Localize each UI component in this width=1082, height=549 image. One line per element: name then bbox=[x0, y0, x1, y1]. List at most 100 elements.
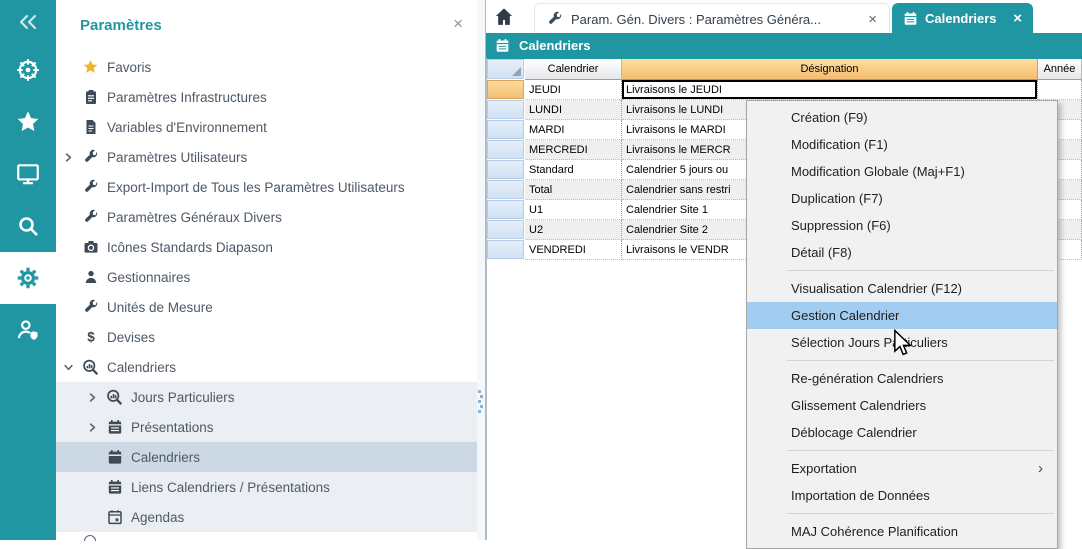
menu-item-cr-ation-f9[interactable]: Création (F9) bbox=[747, 104, 1057, 131]
row-selector[interactable] bbox=[487, 240, 525, 260]
rail-item-collapse[interactable] bbox=[0, 0, 56, 44]
icon-rail bbox=[0, 0, 56, 540]
cell-calendrier[interactable]: Total bbox=[525, 180, 622, 200]
chevron-right-icon[interactable] bbox=[64, 153, 82, 162]
menu-item-importation-de-donn-es[interactable]: Importation de Données bbox=[747, 482, 1057, 509]
row-selector[interactable] bbox=[487, 100, 525, 120]
grid-corner-cell[interactable] bbox=[487, 59, 525, 80]
sidebar-splitter[interactable] bbox=[477, 0, 486, 540]
sidebar-item-param-tres-g-n-raux-divers[interactable]: Paramètres Généraux Divers bbox=[56, 202, 477, 232]
sidebar-item-pr-sentations[interactable]: Présentations bbox=[56, 412, 477, 442]
column-header-calendrier[interactable]: Calendrier bbox=[525, 59, 622, 80]
menu-item-label: MAJ Cohérence Planification bbox=[791, 524, 958, 539]
cell-calendrier[interactable]: Standard bbox=[525, 160, 622, 180]
sidebar-item-liens-calendriers-pr-sentations[interactable]: Liens Calendriers / Présentations bbox=[56, 472, 477, 502]
row-selector[interactable] bbox=[487, 140, 525, 160]
row-selector[interactable] bbox=[487, 200, 525, 220]
svg-text:$: $ bbox=[87, 330, 95, 345]
grid-header-row: Calendrier Désignation Année bbox=[487, 59, 1082, 80]
sidebar-item-label: Présentations bbox=[131, 420, 214, 435]
menu-item-d-blocage-calendrier[interactable]: Déblocage Calendrier bbox=[747, 419, 1057, 446]
menu-item-maj-coh-rence-planification[interactable]: MAJ Cohérence Planification bbox=[747, 518, 1057, 545]
sidebar-item-label: Calendriers bbox=[131, 450, 200, 465]
rail-item-search[interactable] bbox=[0, 200, 56, 252]
menu-item-modification-f1[interactable]: Modification (F1) bbox=[747, 131, 1057, 158]
sidebar-item-param-tres-infrastructures[interactable]: Paramètres Infrastructures bbox=[56, 82, 477, 112]
menu-item-suppression-f6[interactable]: Suppression (F6) bbox=[747, 212, 1057, 239]
wrench-icon bbox=[82, 149, 99, 166]
sidebar-item-variables-d-environnement[interactable]: Variables d'Environnement bbox=[56, 112, 477, 142]
sidebar-item-label: Gestionnaires bbox=[107, 270, 190, 285]
column-header-annee[interactable]: Année bbox=[1038, 59, 1082, 80]
tab-calendriers[interactable]: Calendriers × bbox=[892, 3, 1033, 33]
cell-calendrier[interactable]: JEUDI bbox=[525, 80, 622, 100]
wrench-icon bbox=[82, 209, 99, 226]
sidebar-item-agendas[interactable]: Agendas bbox=[56, 502, 477, 532]
sidebar-item-devises[interactable]: $Devises bbox=[56, 322, 477, 352]
cell-calendrier[interactable]: MARDI bbox=[525, 120, 622, 140]
row-selector[interactable] bbox=[487, 180, 525, 200]
menu-item-exportation[interactable]: Exportation› bbox=[747, 455, 1057, 482]
sidebar-item-gestionnaires[interactable]: Gestionnaires bbox=[56, 262, 477, 292]
calendriers-toolbar: Calendriers bbox=[486, 33, 1082, 57]
star-icon bbox=[15, 109, 41, 135]
cell-annee[interactable] bbox=[1038, 80, 1082, 100]
menu-item-modification-globale-maj-f1[interactable]: Modification Globale (Maj+F1) bbox=[747, 158, 1057, 185]
menu-item-label: Détail (F8) bbox=[791, 245, 852, 260]
chevron-right-icon[interactable] bbox=[88, 393, 106, 402]
column-header-designation[interactable]: Désignation bbox=[622, 59, 1038, 80]
monitor-icon bbox=[15, 161, 41, 187]
sidebar-item-export-import-de-tous-les-param-tres-utilisateurs[interactable]: Export-Import de Tous les Paramètres Uti… bbox=[56, 172, 477, 202]
tab-label: Param. Gén. Divers : Paramètres Généra..… bbox=[571, 12, 821, 27]
sidebar-item-label: Paramètres Généraux Divers bbox=[107, 210, 282, 225]
cell-calendrier[interactable]: U1 bbox=[525, 200, 622, 220]
cell-calendrier[interactable]: VENDREDI bbox=[525, 240, 622, 260]
rail-item-user-admin[interactable] bbox=[0, 304, 56, 356]
sidebar-item-label: Paramètres Infrastructures bbox=[107, 90, 267, 105]
table-row: JEUDILivraisons le JEUDI bbox=[487, 80, 1082, 100]
toolbar-title: Calendriers bbox=[519, 38, 591, 53]
menu-item-s-lection-jours-particuliers[interactable]: Sélection Jours Particuliers bbox=[747, 329, 1057, 356]
row-selector[interactable] bbox=[487, 160, 525, 180]
search-chart-icon bbox=[82, 359, 99, 376]
sidebar-item-unit-s-de-mesure[interactable]: Unités de Mesure bbox=[56, 292, 477, 322]
home-icon[interactable] bbox=[494, 7, 516, 27]
menu-item-glissement-calendriers[interactable]: Glissement Calendriers bbox=[747, 392, 1057, 419]
tab-close-icon[interactable]: × bbox=[1013, 10, 1022, 27]
cell-calendrier[interactable]: MERCREDI bbox=[525, 140, 622, 160]
sidebar-item-jours-particuliers[interactable]: Jours Particuliers bbox=[56, 382, 477, 412]
calendar-icon bbox=[495, 38, 510, 53]
wrench-icon bbox=[82, 179, 99, 196]
menu-item-d-tail-f8[interactable]: Détail (F8) bbox=[747, 239, 1057, 266]
user-shield-icon bbox=[15, 317, 41, 343]
tab-close-icon[interactable]: × bbox=[868, 11, 877, 28]
cell-calendrier[interactable]: U2 bbox=[525, 220, 622, 240]
chevron-down-icon[interactable] bbox=[64, 363, 82, 372]
menu-item-visualisation-calendrier-f12[interactable]: Visualisation Calendrier (F12) bbox=[747, 275, 1057, 302]
row-selector[interactable] bbox=[487, 120, 525, 140]
sidebar-item-calendriers[interactable]: Calendriers bbox=[56, 352, 477, 382]
sidebar-item-param-tres-utilisateurs[interactable]: Paramètres Utilisateurs bbox=[56, 142, 477, 172]
menu-separator bbox=[747, 266, 1057, 275]
chevron-right-icon[interactable] bbox=[88, 423, 106, 432]
rail-item-workstation[interactable] bbox=[0, 148, 56, 200]
sidebar-item-label: Calendriers bbox=[107, 360, 176, 375]
corner-triangle-icon bbox=[512, 67, 521, 76]
sidebar-item-calendriers[interactable]: Calendriers bbox=[56, 442, 477, 472]
menu-item-re-g-n-ration-calendriers[interactable]: Re-génération Calendriers bbox=[747, 365, 1057, 392]
row-selector[interactable] bbox=[487, 220, 525, 240]
menu-item-duplication-f7[interactable]: Duplication (F7) bbox=[747, 185, 1057, 212]
sidebar-item-favoris[interactable]: Favoris bbox=[56, 52, 477, 82]
row-selector[interactable] bbox=[487, 80, 525, 100]
rail-item-settings[interactable] bbox=[0, 252, 56, 304]
cell-calendrier[interactable]: LUNDI bbox=[525, 100, 622, 120]
menu-item-label: Visualisation Calendrier (F12) bbox=[791, 281, 962, 296]
menu-item-gestion-calendrier[interactable]: Gestion Calendrier bbox=[747, 302, 1057, 329]
cell-designation[interactable]: Livraisons le JEUDI bbox=[622, 80, 1038, 100]
sidebar-item-ic-nes-standards-diapason[interactable]: Icônes Standards Diapason bbox=[56, 232, 477, 262]
tab-param-gen-divers[interactable]: Param. Gén. Divers : Paramètres Généra..… bbox=[534, 3, 890, 34]
search-chart-icon bbox=[106, 389, 123, 406]
rail-item-favorites[interactable] bbox=[0, 96, 56, 148]
sidebar-close-icon[interactable]: × bbox=[453, 15, 463, 32]
rail-item-modules[interactable] bbox=[0, 44, 56, 96]
